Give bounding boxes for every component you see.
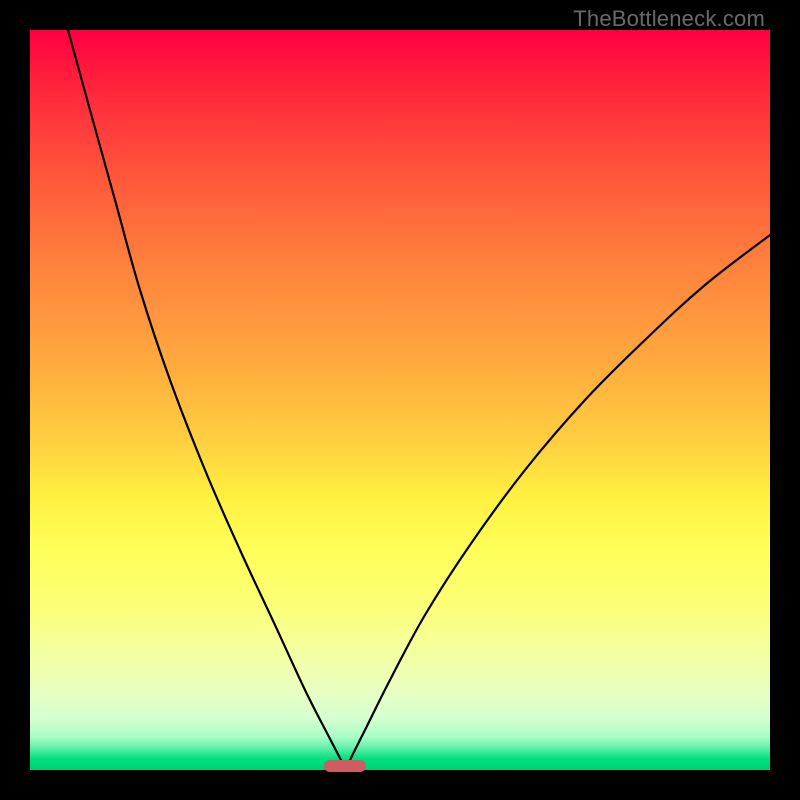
chart-curve-svg (30, 30, 770, 770)
watermark-text: TheBottleneck.com (573, 6, 765, 32)
curve-left-branch (68, 30, 346, 770)
chart-frame (30, 30, 770, 770)
curve-right-branch (346, 235, 770, 770)
minimum-marker-pill (324, 760, 366, 772)
